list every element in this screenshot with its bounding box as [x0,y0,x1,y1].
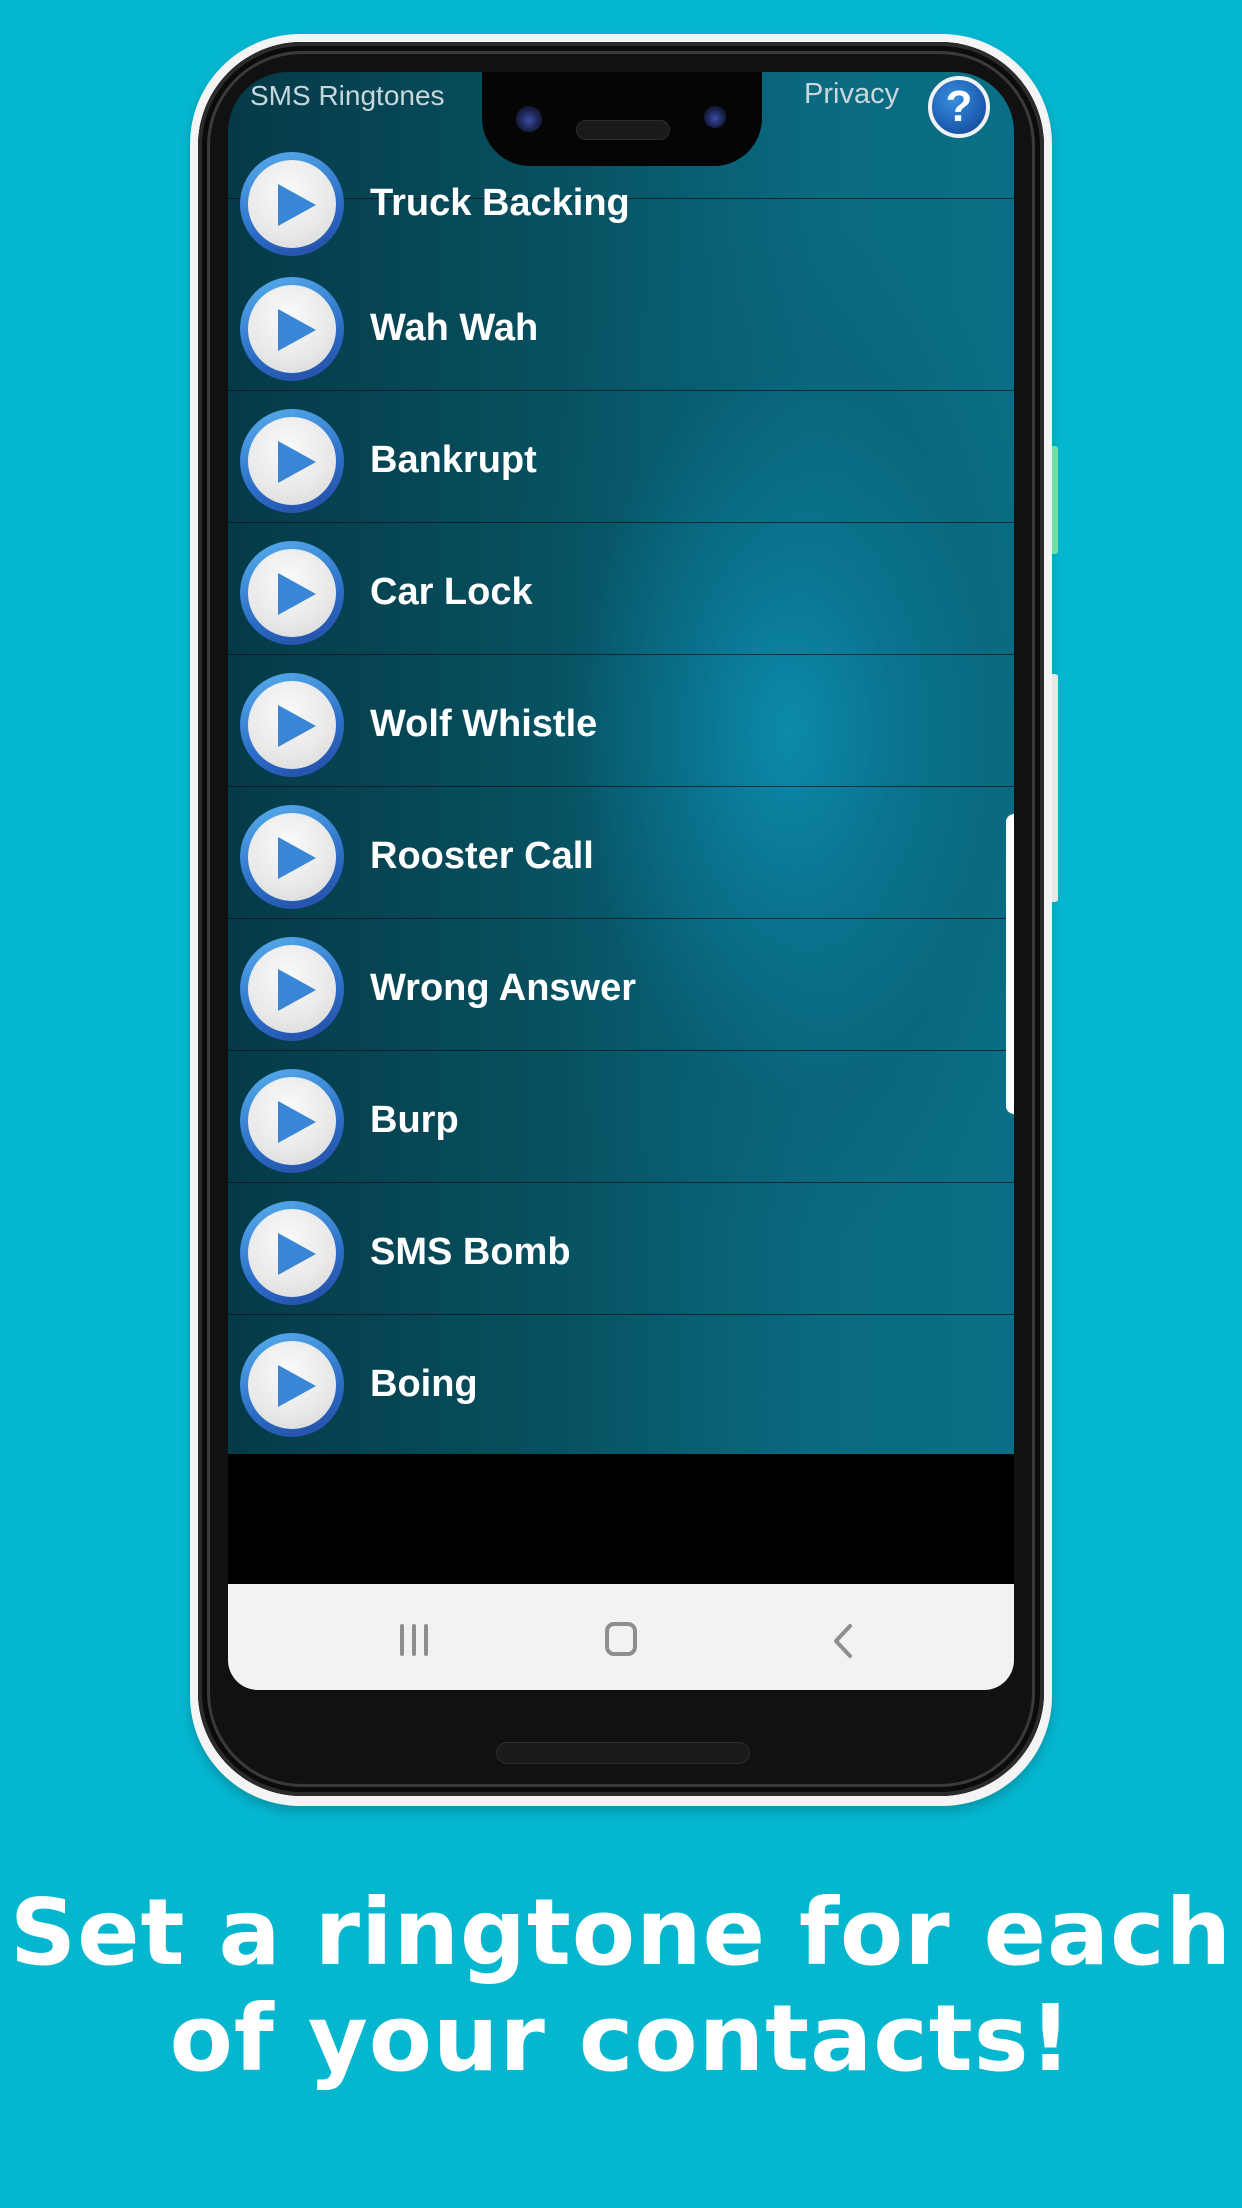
play-button[interactable] [240,1069,344,1173]
promo-tagline: Set a ringtone for each of your contacts… [0,1880,1242,2092]
play-icon [278,1365,316,1407]
recent-apps-icon[interactable] [396,1624,432,1656]
ringtone-name: Bankrupt [370,439,537,481]
bottom-speaker-grille [496,1742,750,1764]
privacy-link[interactable]: Privacy [804,78,899,111]
ringtone-name: Wah Wah [370,307,539,349]
play-button[interactable] [240,673,344,777]
ringtone-name: Wolf Whistle [370,703,598,745]
play-button[interactable] [240,152,344,256]
play-icon [278,441,316,483]
ringtone-list: Truck Backing Wah Wah Bankrupt Car Lock [228,132,1014,1447]
play-icon [278,1233,316,1275]
play-button[interactable] [240,277,344,381]
play-icon [278,184,316,226]
system-nav-bar [228,1584,1014,1690]
power-button [1052,446,1058,554]
app-title: SMS Ringtones [250,80,445,111]
ringtone-name: Rooster Call [370,835,594,877]
list-item[interactable]: Boing [228,1315,1014,1447]
play-button[interactable] [240,541,344,645]
play-icon [278,705,316,747]
play-icon [278,573,316,615]
home-icon[interactable] [605,1622,637,1656]
camera-notch [482,72,762,166]
list-item[interactable]: Car Lock [228,523,1014,655]
play-button[interactable] [240,1333,344,1437]
tagline-line-1: Set a ringtone for each [9,1879,1233,1986]
list-item[interactable]: Wolf Whistle [228,655,1014,787]
ringtone-name: Truck Backing [370,182,630,224]
ringtone-name: Boing [370,1363,478,1405]
play-icon [278,837,316,879]
question-mark-icon: ? [945,82,973,131]
back-icon[interactable] [832,1624,856,1658]
list-item[interactable]: Rooster Call [228,787,1014,919]
list-item[interactable]: Wah Wah [228,259,1014,391]
phone-screen: Truck Backing Wah Wah Bankrupt Car Lock [228,72,1014,1690]
play-button[interactable] [240,1201,344,1305]
list-item[interactable]: Burp [228,1051,1014,1183]
sensor-icon [704,106,726,128]
list-item[interactable]: Wrong Answer [228,919,1014,1051]
play-icon [278,1101,316,1143]
list-item[interactable]: SMS Bomb [228,1183,1014,1315]
scrollbar-thumb[interactable] [1006,814,1014,1114]
ringtone-list-area: Truck Backing Wah Wah Bankrupt Car Lock [228,72,1014,1454]
ringtone-name: Burp [370,1099,459,1141]
tagline-line-2: of your contacts! [169,1985,1073,2092]
front-camera-icon [516,106,542,132]
list-item[interactable]: Bankrupt [228,391,1014,523]
play-icon [278,969,316,1011]
play-button[interactable] [240,805,344,909]
volume-button [1052,674,1058,902]
ringtone-name: Wrong Answer [370,967,637,1009]
help-button[interactable]: ? [928,76,990,138]
earpiece-speaker [576,120,670,140]
play-button[interactable] [240,409,344,513]
ringtone-name: Car Lock [370,571,533,613]
play-icon [278,309,316,351]
play-button[interactable] [240,937,344,1041]
ringtone-name: SMS Bomb [370,1231,571,1273]
